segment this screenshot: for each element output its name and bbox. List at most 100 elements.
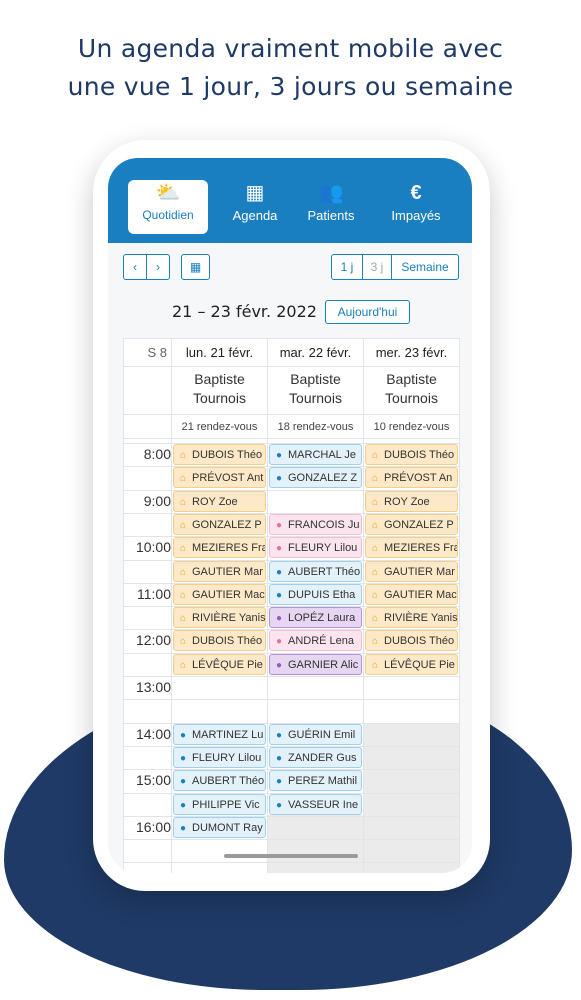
- appointment-block[interactable]: ⌂ GAUTIER Mac: [365, 584, 458, 605]
- appointment-block[interactable]: ● MARCHAL Je: [269, 444, 362, 465]
- appointment-patient-name: AUBERT Théo: [192, 775, 265, 787]
- appointment-patient-name: LÉVÊQUE Pie: [192, 659, 263, 671]
- appointment-block[interactable]: ● ZANDER Gus: [269, 747, 362, 768]
- tab-quotidien[interactable]: ⛅ Quotidien: [128, 180, 208, 234]
- calendar-picker-button[interactable]: ▦: [181, 254, 210, 280]
- appointment-patient-name: PRÉVOST Ant: [192, 472, 264, 484]
- appointment-block[interactable]: ⌂ DUBOIS Théo: [365, 444, 458, 465]
- appointment-block[interactable]: ● GUÉRIN Emil: [269, 724, 362, 745]
- view-week-button[interactable]: Semaine: [392, 255, 458, 279]
- home-indicator: [224, 854, 358, 858]
- day-header[interactable]: mar. 22 févr.: [268, 345, 363, 360]
- appointment-block[interactable]: ● AUBERT Théo: [173, 770, 266, 791]
- next-button[interactable]: ›: [146, 254, 170, 280]
- appointment-block[interactable]: ● AUBERT Théo: [269, 561, 362, 582]
- person-icon: ●: [275, 590, 283, 601]
- appointment-block[interactable]: ⌂ ROY Zoe: [173, 491, 266, 512]
- day-header[interactable]: mer. 23 févr.: [364, 345, 459, 360]
- appointment-block[interactable]: ● GONZALEZ Z: [269, 467, 362, 488]
- appointment-count: 18 rendez-vous: [277, 421, 354, 433]
- appointment-block[interactable]: ⌂ DUBOIS Théo: [173, 630, 266, 651]
- appointment-block[interactable]: ⌂ ROY Zoe: [365, 491, 458, 512]
- home-visit-icon: ⌂: [371, 497, 379, 508]
- appointment-patient-name: PRÉVOST An: [384, 472, 453, 484]
- appointment-patient-name: GONZALEZ P: [192, 519, 262, 531]
- appointment-block[interactable]: ● VASSEUR Ine: [269, 794, 362, 815]
- tab-patients[interactable]: 👥 Patients: [291, 180, 371, 234]
- home-visit-icon: ⌂: [371, 590, 379, 601]
- headline: Un agenda vraiment mobile avec une vue 1…: [0, 30, 581, 106]
- home-visit-icon: ⌂: [371, 543, 379, 554]
- appointment-block[interactable]: ● PEREZ Mathil: [269, 770, 362, 791]
- person-icon: ●: [179, 800, 187, 811]
- appointment-block[interactable]: ● FLEURY Lilou: [173, 747, 266, 768]
- view-3-days-button[interactable]: 3 j: [363, 255, 392, 279]
- prev-button[interactable]: ‹: [123, 254, 147, 280]
- hour-label: 14:00: [135, 726, 171, 742]
- appointment-patient-name: LOPÉZ Laura: [288, 612, 356, 624]
- appointment-block[interactable]: ⌂ DUBOIS Théo: [173, 444, 266, 465]
- home-visit-icon: ⌂: [371, 660, 379, 671]
- calendar-grid: S 8 lun. 21 févr. mar. 22 févr. mer. 23 …: [123, 338, 460, 873]
- home-visit-icon: ⌂: [179, 497, 187, 508]
- appointment-block[interactable]: ⌂ GAUTIER Mar: [365, 561, 458, 582]
- appointment-block[interactable]: ● MARTINEZ Lu: [173, 724, 266, 745]
- appointment-block[interactable]: ● PHILIPPE Vic: [173, 794, 266, 815]
- week-number: S 8: [147, 345, 167, 360]
- home-visit-icon: ⌂: [371, 636, 379, 647]
- appointment-block[interactable]: ⌂ LÉVÊQUE Pie: [365, 654, 458, 675]
- appointment-block[interactable]: ⌂ PRÉVOST Ant: [173, 467, 266, 488]
- appointment-block[interactable]: ⌂ GAUTIER Mac: [173, 584, 266, 605]
- appointment-block[interactable]: ● LOPÉZ Laura: [269, 607, 362, 628]
- phone-screen: ⛅ Quotidien ▦ Agenda 👥 Patients € Impayé…: [108, 158, 472, 873]
- appointment-patient-name: DUBOIS Théo: [384, 635, 455, 647]
- grid-line: [123, 338, 460, 339]
- home-visit-icon: ⌂: [371, 473, 379, 484]
- appointment-patient-name: MARCHAL Je: [288, 449, 357, 461]
- appointment-block[interactable]: ⌂ MEZIERES Fra: [365, 537, 458, 558]
- tab-impayes[interactable]: € Impayés: [376, 180, 456, 234]
- appointment-patient-name: ROY Zoe: [384, 496, 430, 508]
- appointment-block[interactable]: ⌂ DUBOIS Théo: [365, 630, 458, 651]
- hour-label: 15:00: [135, 772, 171, 788]
- appointment-block[interactable]: ⌂ LÉVÊQUE Pie: [173, 654, 266, 675]
- appointment-block[interactable]: ⌂ GONZALEZ P: [365, 514, 458, 535]
- appointment-block[interactable]: ● ANDRÉ Lena: [269, 630, 362, 651]
- sun-cloud-icon: ⛅: [155, 182, 181, 204]
- day-header[interactable]: lun. 21 févr.: [172, 345, 267, 360]
- person-icon: ●: [275, 473, 283, 484]
- appointment-patient-name: ROY Zoe: [192, 496, 238, 508]
- view-switcher: 1 j 3 j Semaine: [331, 254, 459, 280]
- appointment-block[interactable]: ⌂ MEZIERES Fra: [173, 537, 266, 558]
- slot-line: [123, 839, 460, 840]
- appointment-block[interactable]: ● FRANCOIS Ju: [269, 514, 362, 535]
- today-button[interactable]: Aujourd'hui: [325, 300, 410, 324]
- appointment-block[interactable]: ⌂ PRÉVOST An: [365, 467, 458, 488]
- hour-label: 16:00: [135, 819, 171, 835]
- person-icon: ●: [275, 450, 283, 461]
- appointment-patient-name: MEZIERES Fra: [384, 542, 458, 554]
- appointment-patient-name: VASSEUR Ine: [288, 799, 359, 811]
- appointment-block[interactable]: ⌂ GAUTIER Mar: [173, 561, 266, 582]
- appointment-block[interactable]: ● GARNIER Alic: [269, 654, 362, 675]
- appointment-patient-name: AUBERT Théo: [288, 566, 361, 578]
- person-icon: ●: [275, 776, 283, 787]
- tab-agenda[interactable]: ▦ Agenda: [215, 180, 295, 234]
- appointment-block[interactable]: ● DUMONT Ray: [173, 817, 266, 838]
- appointment-patient-name: GUÉRIN Emil: [288, 729, 356, 741]
- person-icon: ●: [179, 776, 187, 787]
- appointment-patient-name: FRANCOIS Ju: [288, 519, 360, 531]
- grid-line: [123, 366, 460, 367]
- tab-label: Impayés: [391, 208, 441, 223]
- appointment-block[interactable]: ● FLEURY Lilou: [269, 537, 362, 558]
- appointment-block[interactable]: ⌂ GONZALEZ P: [173, 514, 266, 535]
- unavailable-slot: [268, 815, 363, 873]
- appointment-block[interactable]: ⌂ RIVIÈRE Yanis: [173, 607, 266, 628]
- view-1-day-button[interactable]: 1 j: [332, 255, 363, 279]
- slot-line: [123, 676, 460, 677]
- home-visit-icon: ⌂: [371, 613, 379, 624]
- appointment-block[interactable]: ● DUPUIS Etha: [269, 584, 362, 605]
- person-icon: ●: [275, 730, 283, 741]
- home-visit-icon: ⌂: [179, 613, 187, 624]
- appointment-block[interactable]: ⌂ RIVIÈRE Yanis: [365, 607, 458, 628]
